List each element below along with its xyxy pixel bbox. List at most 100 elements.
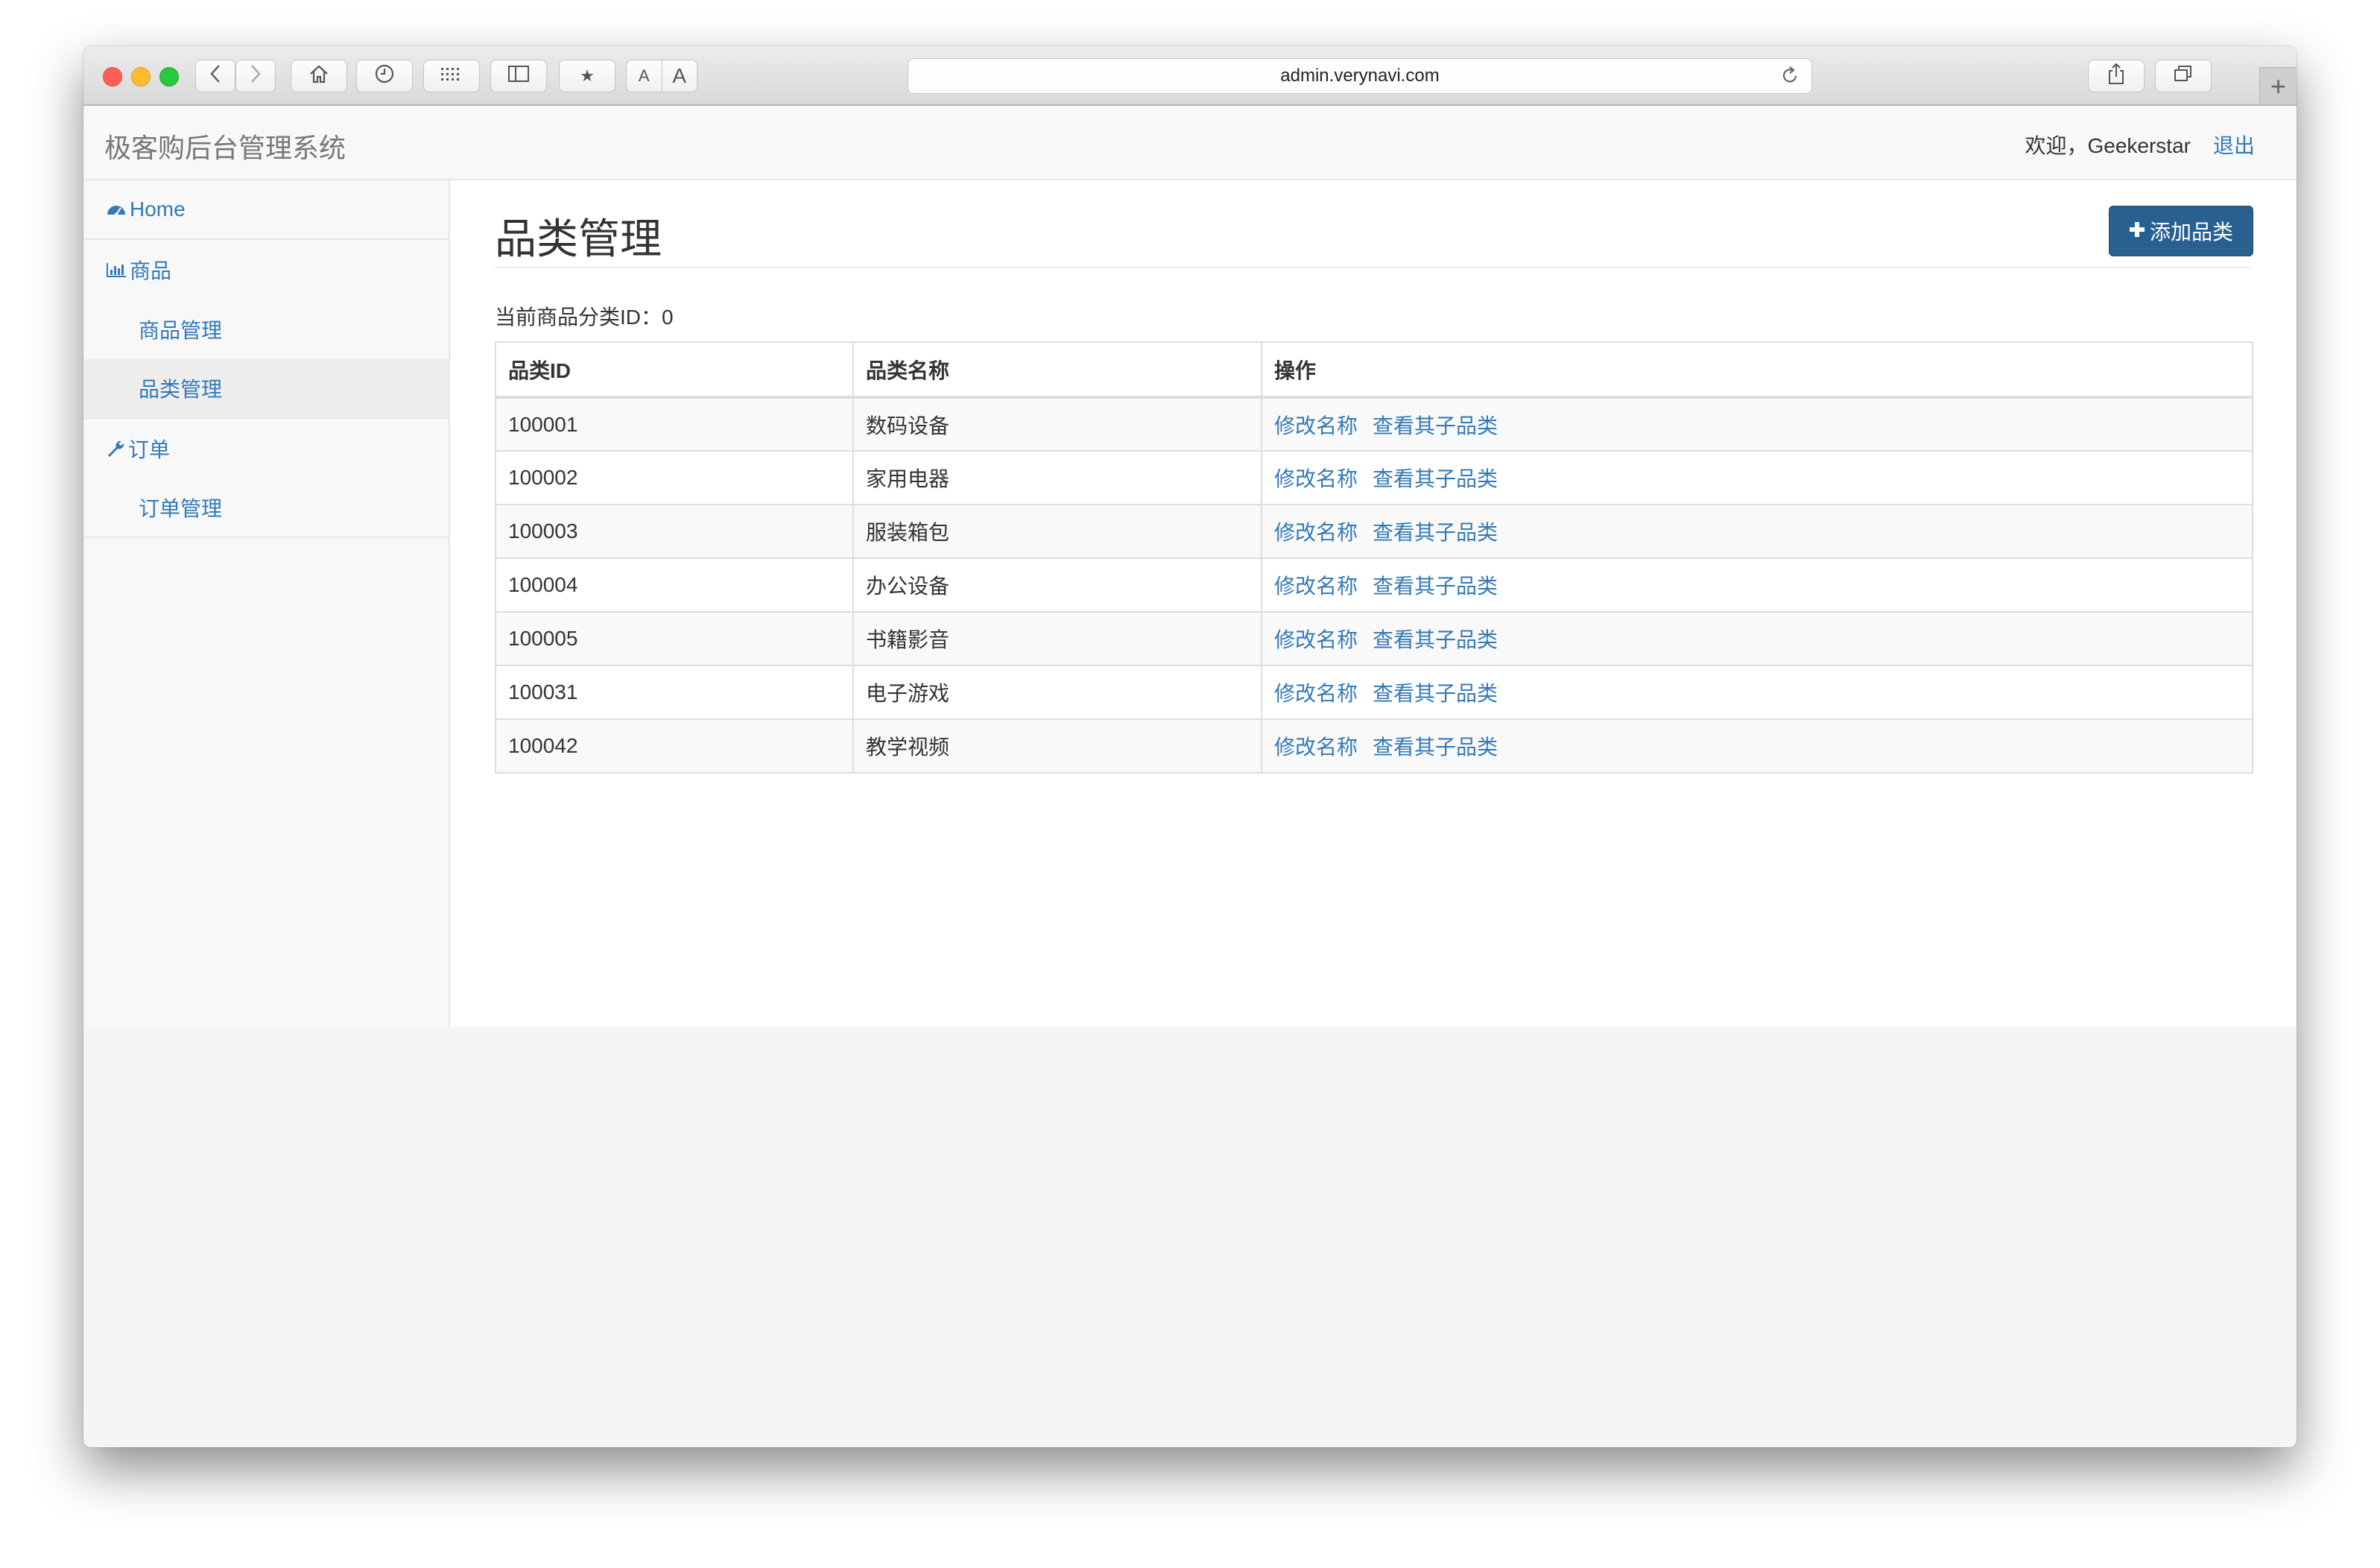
- rename-link[interactable]: 修改名称: [1274, 414, 1358, 437]
- actions-cell: 修改名称 查看其子品类: [1261, 611, 2253, 666]
- actions-cell: 修改名称 查看其子品类: [1261, 665, 2253, 720]
- table-row: 100004 办公设备 修改名称 查看其子品类: [495, 557, 2253, 613]
- forward-button[interactable]: [235, 60, 276, 92]
- home-button[interactable]: [291, 60, 347, 92]
- font-size-control[interactable]: A A: [626, 60, 697, 92]
- plus-icon: [2129, 219, 2145, 243]
- app-brand[interactable]: 极客购后台管理系统: [104, 127, 346, 165]
- rename-link[interactable]: 修改名称: [1274, 575, 1358, 598]
- table-row: 100001 数码设备 修改名称 查看其子品类: [495, 396, 2253, 452]
- view-children-link[interactable]: 查看其子品类: [1373, 628, 1498, 651]
- view-children-link[interactable]: 查看其子品类: [1373, 467, 1498, 490]
- category-name-cell: 数码设备: [852, 396, 1262, 452]
- rename-link[interactable]: 修改名称: [1274, 628, 1358, 651]
- table-header-row: 品类ID 品类名称 操作: [495, 341, 2253, 399]
- sidebar-icon: [507, 65, 530, 88]
- rename-link[interactable]: 修改名称: [1274, 467, 1358, 490]
- dashboard-icon: [106, 201, 127, 218]
- browser-window: ★ A A admin.verynavi.com + 极客购后台管理系统 欢迎，…: [83, 46, 2297, 1447]
- category-id-cell: 100002: [495, 450, 854, 505]
- reload-icon[interactable]: [1780, 65, 1800, 91]
- welcome-text: 欢迎，Geekerstar: [2025, 134, 2191, 157]
- page-header: 品类管理 添加品类: [495, 180, 2253, 268]
- user-area: 欢迎，Geekerstar 退出: [2025, 130, 2255, 159]
- main-content: 品类管理 添加品类 当前商品分类ID：0 品类ID 品类名称 操作 100001: [450, 180, 2297, 1027]
- category-id-cell: 100031: [495, 665, 854, 720]
- sidebar-item-order-manage[interactable]: 订单管理: [83, 478, 449, 538]
- column-header-name: 品类名称: [852, 341, 1262, 399]
- view-children-link[interactable]: 查看其子品类: [1373, 575, 1498, 598]
- url-text: admin.verynavi.com: [1280, 66, 1440, 86]
- add-category-button[interactable]: 添加品类: [2108, 206, 2253, 256]
- address-bar[interactable]: admin.verynavi.com: [908, 58, 1812, 94]
- actions-cell: 修改名称 查看其子品类: [1261, 557, 2253, 613]
- column-header-actions: 操作: [1261, 341, 2253, 399]
- sidebar-item-orders[interactable]: 订单: [83, 419, 449, 478]
- top-sites-button[interactable]: [423, 60, 480, 92]
- current-category-id: 当前商品分类ID：0: [495, 306, 674, 329]
- view-children-link[interactable]: 查看其子品类: [1373, 736, 1498, 759]
- sidebar-item-products[interactable]: 商品: [83, 240, 449, 300]
- sidebar-item-label: Home: [130, 197, 186, 221]
- category-id-cell: 100042: [495, 718, 854, 774]
- actions-cell: 修改名称 查看其子品类: [1261, 504, 2253, 559]
- plus-icon: +: [2270, 70, 2287, 101]
- wrench-icon: [106, 439, 125, 458]
- tabs-icon: [2173, 64, 2194, 89]
- zoom-window-button[interactable]: [159, 67, 179, 86]
- chevron-right-icon: [249, 64, 262, 89]
- category-table: 品类ID 品类名称 操作 100001 数码设备 修改名称 查看其子品类 1000…: [495, 341, 2253, 774]
- category-id-cell: 100003: [495, 504, 854, 559]
- category-id-cell: 100004: [495, 557, 854, 613]
- category-name-cell: 书籍影音: [852, 611, 1262, 666]
- category-id-cell: 100001: [495, 396, 854, 452]
- view-children-link[interactable]: 查看其子品类: [1373, 682, 1498, 705]
- tabs-overview-button[interactable]: [2155, 60, 2212, 92]
- table-row: 100031 电子游戏 修改名称 查看其子品类: [495, 665, 2253, 720]
- font-larger-button[interactable]: A: [662, 60, 697, 92]
- actions-cell: 修改名称 查看其子品类: [1261, 396, 2253, 452]
- category-name-cell: 家用电器: [852, 450, 1262, 505]
- category-name-cell: 服装箱包: [852, 504, 1262, 559]
- back-button[interactable]: [195, 60, 235, 92]
- share-button[interactable]: [2088, 60, 2145, 92]
- share-icon: [2107, 63, 2126, 90]
- bookmarks-button[interactable]: ★: [559, 60, 615, 92]
- sidebar-item-label: 商品: [130, 259, 172, 282]
- category-name-cell: 教学视频: [852, 718, 1262, 774]
- category-name-cell: 办公设备: [852, 557, 1262, 613]
- app-navbar: 极客购后台管理系统 欢迎，Geekerstar 退出: [83, 106, 2297, 180]
- category-id-cell: 100005: [495, 611, 854, 666]
- logout-link[interactable]: 退出: [2213, 130, 2255, 159]
- close-window-button[interactable]: [103, 67, 122, 86]
- sidebar-toggle-button[interactable]: [490, 60, 547, 92]
- view-children-link[interactable]: 查看其子品类: [1373, 414, 1498, 437]
- star-icon: ★: [580, 66, 595, 85]
- minimize-window-button[interactable]: [131, 67, 151, 86]
- history-button[interactable]: [356, 60, 413, 92]
- view-children-link[interactable]: 查看其子品类: [1373, 521, 1498, 544]
- sidebar-item-label: 订单: [128, 438, 171, 461]
- actions-cell: 修改名称 查看其子品类: [1261, 450, 2253, 505]
- table-row: 100005 书籍影音 修改名称 查看其子品类: [495, 611, 2253, 666]
- table-row: 100042 教学视频 修改名称 查看其子品类: [495, 718, 2253, 774]
- column-header-id: 品类ID: [495, 341, 854, 399]
- new-tab-button[interactable]: +: [2259, 67, 2297, 104]
- grid-icon: [440, 65, 463, 88]
- bar-chart-icon: [106, 262, 127, 278]
- sidebar-item-product-manage[interactable]: 商品管理: [83, 300, 449, 359]
- sidebar-item-home[interactable]: Home: [83, 180, 449, 240]
- page-title: 品类管理: [495, 215, 662, 262]
- category-name-cell: 电子游戏: [852, 665, 1262, 720]
- chevron-left-icon: [209, 64, 222, 89]
- rename-link[interactable]: 修改名称: [1274, 736, 1358, 759]
- sidebar: Home 商品 商品管理 品类管理 订单 订单管理: [83, 180, 450, 1027]
- rename-link[interactable]: 修改名称: [1274, 521, 1358, 544]
- sidebar-item-category-manage[interactable]: 品类管理: [83, 359, 449, 419]
- rename-link[interactable]: 修改名称: [1274, 682, 1358, 705]
- add-category-label: 添加品类: [2149, 221, 2233, 244]
- font-smaller-button[interactable]: A: [627, 60, 662, 92]
- browser-toolbar: ★ A A admin.verynavi.com +: [83, 46, 2297, 106]
- clock-icon: [374, 63, 395, 89]
- actions-cell: 修改名称 查看其子品类: [1261, 718, 2253, 774]
